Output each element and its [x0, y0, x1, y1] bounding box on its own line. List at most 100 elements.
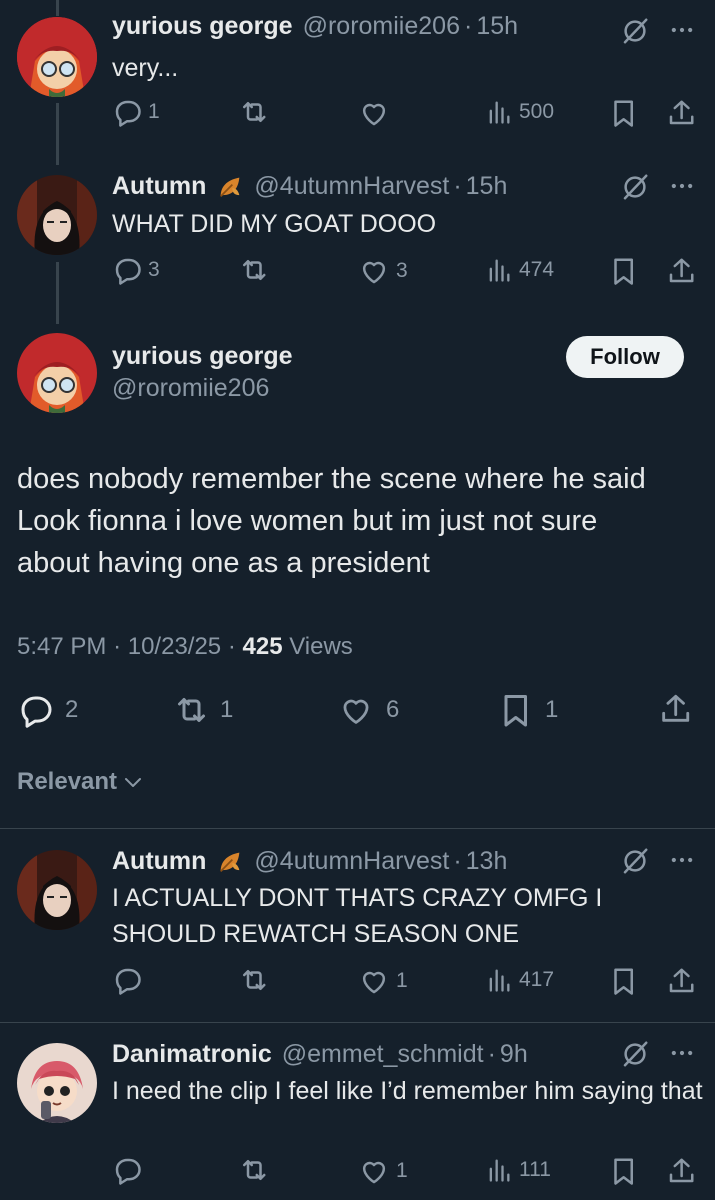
reply-count: 1	[148, 100, 160, 123]
like-button[interactable]: 6	[338, 692, 399, 728]
author-name[interactable]: Autumn	[112, 172, 206, 201]
views-count: 500	[519, 100, 555, 123]
like-button[interactable]: 1	[358, 1155, 408, 1187]
author-handle[interactable]: @4utumnHarvest	[254, 847, 449, 876]
more-icon[interactable]	[668, 172, 696, 200]
author-name[interactable]: yurious george	[112, 12, 293, 41]
author-name[interactable]: Autumn	[112, 847, 206, 876]
bookmark-icon[interactable]	[608, 1156, 638, 1186]
thread-line	[56, 0, 59, 16]
views-icon	[489, 101, 510, 124]
views-button[interactable]: 474	[485, 255, 554, 285]
sort-dropdown[interactable]: Relevant	[17, 768, 145, 796]
post-text: I need the clip I feel like I’d remember…	[112, 1077, 703, 1105]
separator: ·	[453, 172, 462, 200]
thread-line	[56, 103, 59, 165]
share-icon[interactable]	[658, 692, 692, 726]
more-icon[interactable]	[668, 846, 696, 874]
sort-label: Relevant	[17, 768, 118, 795]
thread-line	[56, 262, 59, 324]
like-count: 6	[386, 696, 400, 723]
avatar-image	[17, 333, 97, 413]
views-icon	[489, 969, 510, 992]
retweet-button[interactable]	[238, 1155, 274, 1185]
reply-count: 2	[65, 696, 79, 723]
author-name[interactable]: yurious george	[112, 342, 293, 371]
views-button[interactable]: 417	[485, 965, 554, 995]
avatar[interactable]	[17, 17, 97, 97]
author-handle[interactable]: @roromiie206	[303, 12, 460, 41]
views-count: 425	[242, 633, 283, 660]
retweet-count: 1	[220, 696, 234, 723]
post-time[interactable]: 15h	[476, 12, 518, 41]
reply-icon	[115, 968, 141, 995]
avatar[interactable]	[17, 175, 97, 255]
retweet-button[interactable]	[238, 255, 274, 285]
author-handle[interactable]: @4utumnHarvest	[254, 172, 449, 201]
divider	[0, 828, 715, 829]
more-icon[interactable]	[668, 16, 696, 44]
bookmark-icon[interactable]	[608, 966, 638, 996]
bookmark-icon	[504, 695, 527, 727]
retweet-icon	[243, 970, 266, 990]
avatar[interactable]	[17, 850, 97, 930]
views-icon	[489, 1159, 510, 1182]
avatar-image	[17, 850, 97, 930]
grok-icon[interactable]	[620, 172, 650, 202]
grok-icon[interactable]	[620, 16, 650, 46]
bookmark-icon[interactable]	[608, 98, 638, 128]
divider	[0, 1022, 715, 1023]
post-meta: 5:47 PM · 10/23/25 · 425 Views	[17, 633, 353, 661]
avatar-image	[17, 17, 97, 97]
reply-button[interactable]: 2	[17, 692, 78, 728]
retweet-button[interactable]	[238, 965, 274, 995]
reply-button[interactable]	[112, 965, 148, 995]
reply-button[interactable]: 1	[112, 97, 160, 127]
more-icon[interactable]	[668, 1039, 696, 1067]
retweet-button[interactable]: 1	[172, 692, 233, 728]
separator: ·	[113, 633, 122, 660]
autumn-leaf-icon	[220, 851, 241, 872]
reply-button[interactable]: 3	[112, 255, 160, 285]
share-icon[interactable]	[666, 256, 696, 286]
retweet-icon	[243, 1160, 266, 1180]
author-name[interactable]: Danimatronic	[112, 1040, 272, 1069]
like-button[interactable]: 3	[358, 255, 408, 287]
post-time[interactable]: 15h	[466, 172, 508, 201]
post-time[interactable]: 9h	[500, 1040, 528, 1069]
avatar[interactable]	[17, 1043, 97, 1123]
heart-icon	[362, 1161, 386, 1184]
bookmark-icon[interactable]	[608, 256, 638, 286]
reply-icon	[115, 1158, 141, 1185]
views-icon	[489, 259, 510, 282]
post-time[interactable]: 5:47 PM	[17, 633, 106, 660]
bookmark-button[interactable]: 1	[497, 692, 558, 728]
share-icon[interactable]	[666, 966, 696, 996]
views-button[interactable]: 500	[485, 97, 554, 127]
post-date[interactable]: 10/23/25	[128, 633, 221, 660]
avatar[interactable]	[17, 333, 97, 413]
like-button[interactable]: 1	[358, 965, 408, 997]
author-handle[interactable]: @emmet_schmidt	[282, 1040, 484, 1069]
retweet-icon	[178, 698, 205, 722]
like-button[interactable]	[358, 97, 396, 129]
author-handle[interactable]: @roromiie206	[112, 374, 269, 403]
autumn-leaf-icon	[220, 176, 241, 197]
views-label: Views	[289, 633, 353, 660]
retweet-button[interactable]	[238, 97, 274, 127]
grok-icon[interactable]	[620, 846, 650, 876]
reply-icon	[115, 100, 141, 127]
like-count: 1	[396, 1159, 408, 1182]
reply-button[interactable]	[112, 1155, 148, 1185]
views-button[interactable]: 111	[485, 1155, 551, 1185]
views-count: 417	[519, 968, 555, 991]
heart-icon	[362, 261, 386, 284]
grok-icon[interactable]	[620, 1039, 650, 1069]
share-icon[interactable]	[666, 98, 696, 128]
like-count: 3	[396, 259, 408, 282]
post-time[interactable]: 13h	[466, 847, 508, 876]
post-text: does nobody remember the scene where he …	[17, 463, 646, 579]
share-icon[interactable]	[666, 1156, 696, 1186]
bookmark-count: 1	[545, 696, 559, 723]
follow-button[interactable]: Follow	[566, 336, 684, 378]
